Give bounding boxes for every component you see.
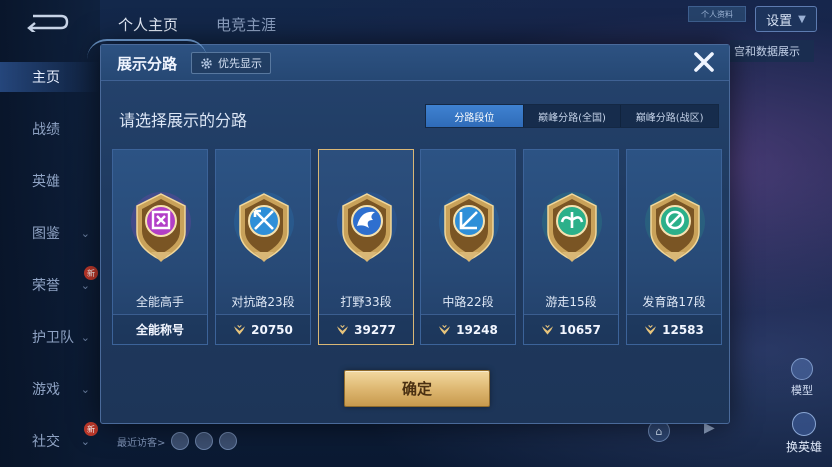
farm-lane-emblem <box>643 190 707 266</box>
rank-icon <box>542 324 554 335</box>
back-button[interactable] <box>22 10 72 34</box>
lane-label: 打野33段 <box>340 295 392 309</box>
nav-item-label: 英雄 <box>32 174 60 190</box>
model-button[interactable]: 模型 <box>778 358 826 397</box>
nav-item-label: 图鉴 <box>32 226 60 242</box>
modal-subtitle: 请选择展示的分路 <box>119 111 248 130</box>
chevron-down-icon: ⌄ <box>80 434 90 448</box>
chevron-down-icon: ⌄ <box>80 330 90 344</box>
lane-score: 12583 <box>627 314 721 344</box>
score-value: 10657 <box>559 322 601 337</box>
nav-item[interactable]: 战绩 <box>0 114 100 144</box>
nav-item[interactable]: 英雄 <box>0 166 100 196</box>
all-rounder-emblem <box>129 190 193 266</box>
nav-item-label: 主页 <box>32 70 60 86</box>
lane-score: 19248 <box>421 314 515 344</box>
top-tabs: 个人主页 电竞主涯 <box>118 14 276 35</box>
lane-card[interactable]: 发育路17段 12583 <box>626 149 722 345</box>
rank-icon <box>645 324 657 335</box>
chevron-down-icon: ⌄ <box>80 226 90 240</box>
nav-item-label: 护卫队 <box>32 330 74 346</box>
nav-item[interactable]: 护卫队 ⌄ <box>0 322 100 352</box>
settings-label: 设置 <box>766 13 793 29</box>
roam-emblem <box>540 190 604 266</box>
nav-item-label: 战绩 <box>32 122 60 138</box>
lane-card[interactable]: 中路22段 19248 <box>420 149 516 345</box>
lane-card[interactable]: 打野33段 39277 <box>318 149 414 345</box>
nav-item-label: 社交 <box>32 434 60 450</box>
avatar[interactable] <box>219 432 238 450</box>
gear-icon <box>201 57 212 69</box>
confirm-button[interactable]: 确定 <box>344 370 490 407</box>
chevron-down-icon: ⌄ <box>80 382 90 396</box>
rank-icon <box>234 324 246 335</box>
lane-score: 10657 <box>524 314 618 344</box>
tab-profile-home[interactable]: 个人主页 <box>118 14 178 35</box>
back-arrow-icon <box>27 14 69 32</box>
lane-label: 发育路17段 <box>642 295 706 309</box>
lane-label: 游走15段 <box>545 295 597 309</box>
chevron-down-icon: ⌄ <box>80 278 90 292</box>
swap-hero-label: 换英雄 <box>785 440 822 454</box>
data-display-button[interactable]: 宫和数据展示 <box>730 40 814 62</box>
nav-item[interactable]: 图鉴 ⌄ <box>0 218 100 248</box>
segment-tab[interactable]: 巅峰分路(全国) <box>524 105 622 127</box>
score-value: 20750 <box>251 322 293 337</box>
nav-item-label: 游戏 <box>32 382 60 398</box>
avatar[interactable] <box>195 432 214 450</box>
segment-tab[interactable]: 巅峰分路(战区) <box>621 105 718 127</box>
nav-item[interactable]: 主页 <box>0 62 100 92</box>
lane-card[interactable]: 全能高手 全能称号 <box>112 149 208 345</box>
close-button[interactable] <box>689 47 719 77</box>
clash-lane-emblem <box>232 190 296 266</box>
swap-hero-icon <box>792 412 816 436</box>
mid-lane-emblem <box>437 190 501 266</box>
priority-display-button[interactable]: 优先显示 <box>191 52 271 74</box>
score-value: 19248 <box>456 322 498 337</box>
score-value: 12583 <box>662 322 704 337</box>
lane-label: 全能高手 <box>135 295 184 309</box>
lane-card[interactable]: 游走15段 10657 <box>523 149 619 345</box>
lane-label: 对抗路23段 <box>231 295 295 309</box>
top-badge[interactable]: 个人资料 <box>688 6 746 22</box>
lane-display-modal: 展示分路 优先显示 请选择展示的分路 分路段位 巅峰分路(全国) 巅峰分路(战区) … <box>87 39 730 424</box>
jungle-emblem <box>335 190 399 266</box>
close-icon <box>694 52 714 72</box>
rank-icon <box>439 324 451 335</box>
tab-esports-career[interactable]: 电竞主涯 <box>216 14 276 35</box>
lane-score: 全能称号 <box>113 314 207 344</box>
lane-card[interactable]: 对抗路23段 20750 <box>215 149 311 345</box>
lane-card-list: 全能高手 全能称号 对抗路23段 20750 打野33段 39277 中路22段 19248 游… <box>112 149 722 345</box>
lane-label: 中路22段 <box>442 295 494 309</box>
priority-label: 优先显示 <box>218 57 262 70</box>
lane-score: 20750 <box>216 314 310 344</box>
recent-visitors[interactable]: 最近访客> <box>117 432 238 450</box>
segment-tab[interactable]: 分路段位 <box>426 105 524 127</box>
lane-score: 39277 <box>319 314 413 344</box>
score-value: 39277 <box>354 322 396 337</box>
nav-item[interactable]: 游戏 ⌄ <box>0 374 100 404</box>
modal-title: 展示分路 <box>117 55 178 73</box>
model-label: 模型 <box>791 384 813 397</box>
new-badge: 新 <box>84 266 98 280</box>
new-badge: 新 <box>84 422 98 436</box>
swap-hero-button[interactable]: 换英雄 <box>778 412 830 454</box>
chevron-down-icon: ▼ <box>798 13 806 25</box>
lane-type-tabs: 分路段位 巅峰分路(全国) 巅峰分路(战区) <box>425 104 719 128</box>
score-value: 全能称号 <box>135 323 184 337</box>
avatar[interactable] <box>171 432 190 450</box>
nav-item-label: 荣誉 <box>32 278 60 294</box>
rank-icon <box>337 324 349 335</box>
visitors-label: 最近访客> <box>117 437 166 449</box>
model-icon <box>791 358 813 380</box>
settings-button[interactable]: 设置 ▼ <box>755 6 817 32</box>
